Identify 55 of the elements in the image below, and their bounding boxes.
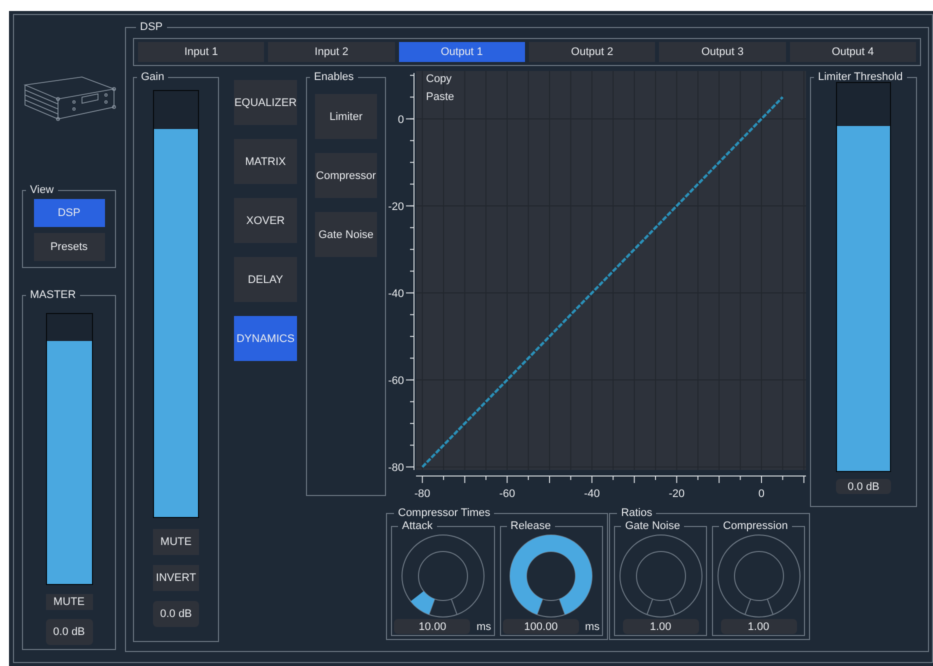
knob-label: Compression [722,520,789,533]
x-tick-label: -80 [414,488,430,500]
y-tick-label: 0 [398,114,404,126]
knob-label: Gate Noise [624,520,682,533]
rotary-knob[interactable] [716,533,802,619]
mute-button[interactable]: MUTE [153,529,199,555]
group-label: DSP [139,21,164,34]
enable-button[interactable]: Gate Noise [315,212,377,257]
group-label: Compressor Times [397,507,492,520]
x-tick-label: -60 [499,488,516,500]
channel-tab[interactable]: Output 3 [659,42,786,62]
group-label: MASTER [29,289,77,302]
unit-label: ms [476,620,492,632]
x-tick-label: -20 [668,488,685,500]
db-readout: 0.0 dB [153,601,199,627]
unit-label: ms [584,620,600,632]
knob-label: Release [510,520,552,533]
group-label: View [29,184,55,197]
x-tick-label: -40 [584,488,600,500]
invert-button[interactable]: INVERT [153,565,199,591]
value-field[interactable]: 100.00 [502,619,579,634]
knob-label: Attack [401,520,434,533]
value-field[interactable]: 1.00 [720,619,797,634]
x-tick-label: 0 [758,488,765,500]
mute-button[interactable]: MUTE [46,594,92,610]
copy-button[interactable]: Copy [426,73,452,86]
y-tick-label: -60 [388,374,404,387]
section-button[interactable]: DELAY [234,257,297,302]
group-label: Gain [140,71,166,84]
value-field[interactable]: 1.00 [622,619,699,634]
section-button[interactable]: MATRIX [234,139,297,184]
y-tick-label: -20 [388,200,404,213]
db-readout: 0.0 dB [836,479,891,494]
section-button[interactable]: DYNAMICS [234,316,297,361]
group-label: Ratios [620,507,654,520]
group-label: Enables [313,71,355,84]
group-label: Limiter Threshold [817,71,904,84]
section-button[interactable]: XOVER [234,198,297,243]
y-tick-label: -80 [388,462,404,474]
paste-button[interactable]: Paste [426,91,454,104]
channel-tab[interactable]: Input 1 [138,42,264,62]
y-tick-label: -40 [388,288,404,300]
rotary-knob[interactable] [400,533,486,619]
channel-tab[interactable]: Output 4 [790,42,916,62]
channel-tab[interactable]: Output 2 [528,42,656,62]
view-button[interactable]: Presets [34,233,104,261]
db-readout: 0.0 dB [46,619,92,645]
view-button[interactable]: DSP [34,199,104,227]
enable-button[interactable]: Limiter [315,94,377,139]
channel-tab[interactable]: Output 1 [398,42,525,62]
enable-button[interactable]: Compressor [315,153,377,198]
section-button[interactable]: EQUALIZER [234,80,297,125]
channel-tab[interactable]: Input 2 [268,42,395,62]
rotary-knob[interactable] [618,533,704,619]
value-field[interactable]: 10.00 [394,619,470,634]
